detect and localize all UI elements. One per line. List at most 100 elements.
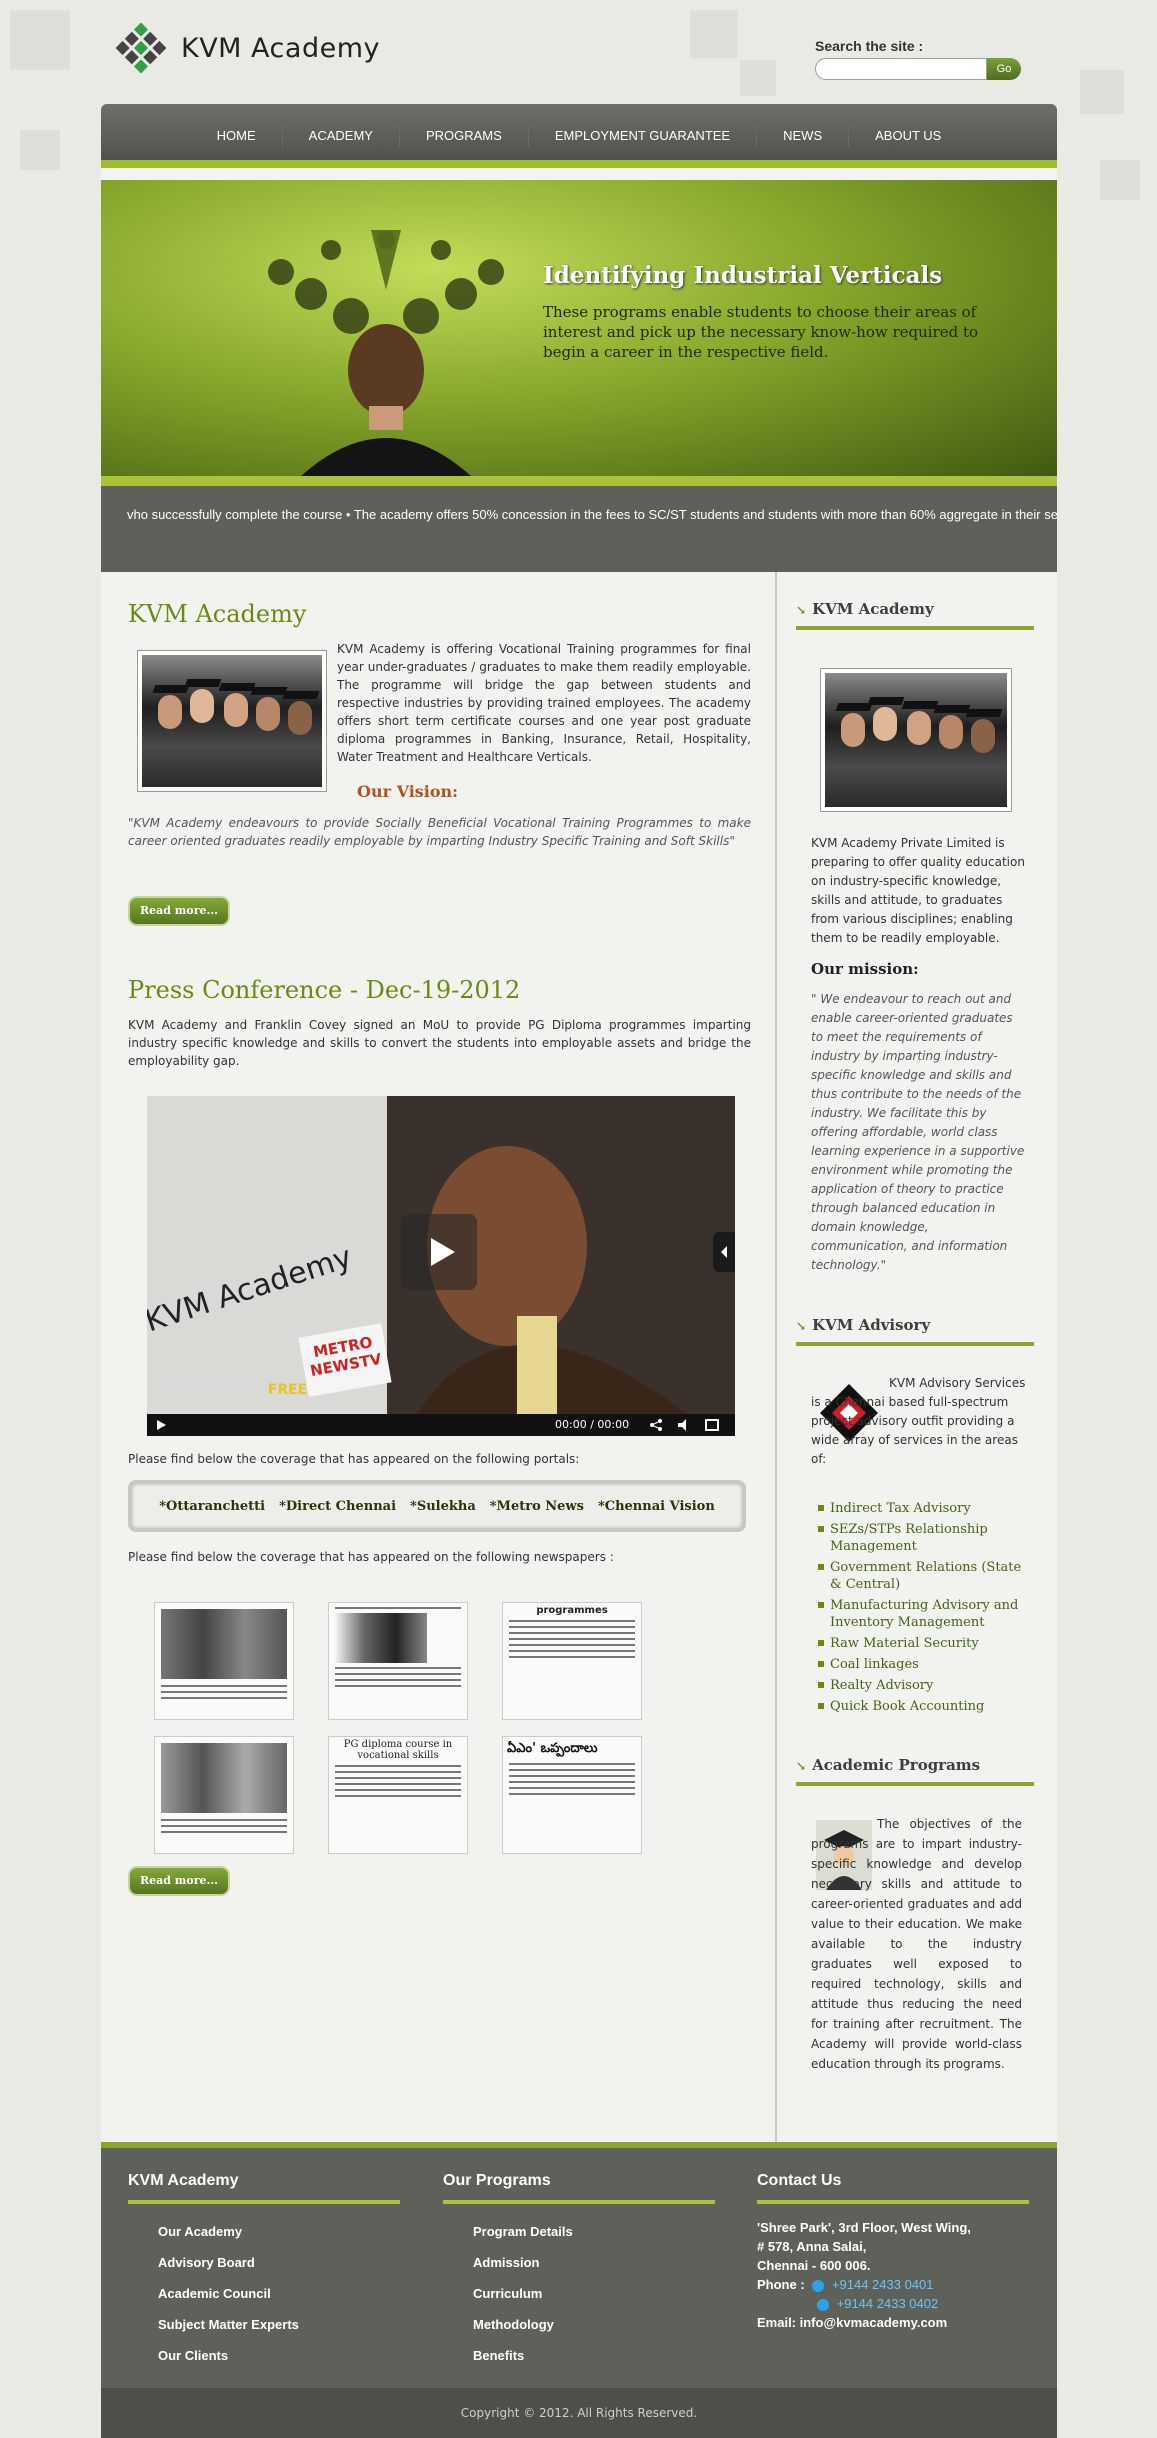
address-line: Chennai - 600 006. bbox=[757, 2258, 871, 2273]
mission-title: Our mission: bbox=[811, 960, 919, 978]
address-line: # 578, Anna Salai, bbox=[757, 2239, 867, 2254]
footer-link[interactable]: Program Details bbox=[473, 2216, 715, 2247]
background-square bbox=[1100, 160, 1140, 200]
phone-number[interactable]: +9144 2433 0401 bbox=[832, 2277, 934, 2292]
banner-text: These programs enable students to choose… bbox=[543, 303, 979, 361]
press-text: KVM Academy and Franklin Covey signed an… bbox=[128, 1018, 751, 1068]
main-nav: HOME ACADEMY PROGRAMS EMPLOYMENT GUARANT… bbox=[101, 104, 1057, 168]
clipping-headline: PG diploma course in vocational skills bbox=[343, 1739, 453, 1761]
newspapers-intro: Please find below the coverage that has … bbox=[128, 1550, 614, 1564]
skype-icon bbox=[817, 2298, 829, 2311]
footer-link[interactable]: Academic Council bbox=[158, 2278, 400, 2309]
nav-employment-guarantee[interactable]: EMPLOYMENT GUARANTEE bbox=[529, 125, 758, 147]
newspaper-clipping[interactable] bbox=[328, 1602, 468, 1720]
sidebar-academy-section: ↘ KVM Academy bbox=[796, 600, 1034, 630]
video-brand-tag: FREE bbox=[267, 1382, 308, 1398]
vision-text: "KVM Academy endeavours to provide Socia… bbox=[128, 816, 751, 848]
sidebar-advisory-heading: ↘ KVM Advisory bbox=[796, 1316, 1034, 1346]
copyright: Copyright © 2012. All Rights Reserved. bbox=[101, 2388, 1057, 2438]
hero-banner: Identifying Industrial Verticals These p… bbox=[101, 180, 1057, 476]
advisory-item[interactable]: SEZs/STPs Relationship Management bbox=[818, 1521, 1028, 1555]
contact-block: 'Shree Park', 3rd Floor, West Wing, # 57… bbox=[757, 2218, 1029, 2332]
portal-link[interactable]: *Ottaranchetti bbox=[159, 1499, 265, 1514]
about-title: KVM Academy bbox=[128, 600, 307, 628]
video-player[interactable]: KVM Academy METRO NEWSTV HD Webplayer FR… bbox=[147, 1096, 735, 1436]
arrow-icon: ↘ bbox=[796, 603, 807, 617]
fullscreen-icon[interactable] bbox=[705, 1418, 719, 1432]
sidebar-advisory-section: ↘ KVM Advisory bbox=[796, 1316, 1034, 1346]
press-title: Press Conference - Dec-19-2012 bbox=[128, 976, 521, 1004]
footer-top-stripe bbox=[101, 2142, 1057, 2148]
sidebar-advisory-title: KVM Advisory bbox=[812, 1316, 931, 1334]
press-read-more-button[interactable]: Read more... bbox=[128, 1866, 230, 1896]
portals-intro: Please find below the coverage that has … bbox=[128, 1452, 580, 1466]
newspaper-clipping[interactable] bbox=[154, 1602, 294, 1720]
sidebar-graduates-image bbox=[820, 668, 1012, 812]
portal-link[interactable]: *Sulekha bbox=[410, 1499, 476, 1514]
footer-link[interactable]: Subject Matter Experts bbox=[158, 2309, 400, 2340]
sidebar-programs-heading: ↘ Academic Programs bbox=[796, 1756, 1034, 1786]
vision-title: Our Vision: bbox=[357, 782, 459, 801]
background-square bbox=[690, 10, 738, 58]
search-go-button[interactable]: Go bbox=[987, 58, 1021, 80]
graduates-image bbox=[137, 650, 327, 792]
play-icon[interactable] bbox=[155, 1419, 167, 1431]
arrow-icon: ↘ bbox=[796, 1319, 807, 1333]
advisory-text: KVM Advisory Services is a Chennai based… bbox=[811, 1376, 1026, 1466]
footer-col-title: KVM Academy bbox=[128, 2172, 400, 2204]
newspaper-clipping[interactable]: ఏఎం' ఒప్పందాలు bbox=[502, 1736, 642, 1854]
footer-link[interactable]: Advisory Board bbox=[158, 2247, 400, 2278]
news-ticker: vho successfully complete the course • T… bbox=[101, 486, 1057, 572]
footer-link[interactable]: Curriculum bbox=[473, 2278, 715, 2309]
advisory-item[interactable]: Manufacturing Advisory and Inventory Man… bbox=[818, 1597, 1028, 1631]
about-read-more-button[interactable]: Read more... bbox=[128, 896, 230, 926]
nav-home[interactable]: HOME bbox=[191, 125, 283, 147]
footer-link[interactable]: Methodology bbox=[473, 2309, 715, 2340]
portal-link[interactable]: *Direct Chennai bbox=[279, 1499, 396, 1514]
portals-box: *Ottaranchetti *Direct Chennai *Sulekha … bbox=[128, 1480, 746, 1532]
video-brand-caption: HD Webplayer FREE bbox=[163, 1382, 307, 1398]
chevron-left-icon bbox=[721, 1246, 727, 1258]
volume-icon[interactable] bbox=[677, 1418, 691, 1432]
footer-col-programs: Our Programs Program Details Admission C… bbox=[443, 2172, 715, 2371]
skype-icon bbox=[812, 2279, 825, 2292]
video-time: 00:00 / 00:00 bbox=[555, 1418, 630, 1431]
background-square bbox=[10, 10, 70, 70]
advisory-item[interactable]: Quick Book Accounting bbox=[818, 1698, 1028, 1715]
advisory-item[interactable]: Coal linkages bbox=[818, 1656, 1028, 1673]
footer-link[interactable]: Our Clients bbox=[158, 2340, 400, 2371]
nav-about-us[interactable]: ABOUT US bbox=[849, 125, 967, 147]
side-panel-toggle[interactable] bbox=[713, 1232, 735, 1272]
footer-link[interactable]: Our Academy bbox=[158, 2216, 400, 2247]
newspaper-clipping[interactable]: programmes bbox=[502, 1602, 642, 1720]
advisory-item[interactable]: Government Relations (State & Central) bbox=[818, 1559, 1028, 1593]
footer-col-contact: Contact Us 'Shree Park', 3rd Floor, West… bbox=[757, 2172, 1029, 2332]
sidebar-academy-text: KVM Academy Private Limited is preparing… bbox=[811, 836, 1025, 945]
advisory-item[interactable]: Realty Advisory bbox=[818, 1677, 1028, 1694]
email[interactable]: Email: info@kvmacademy.com bbox=[757, 2313, 1029, 2332]
footer-link[interactable]: Benefits bbox=[473, 2340, 715, 2371]
advisory-item[interactable]: Raw Material Security bbox=[818, 1635, 1028, 1652]
banner-figure-image bbox=[268, 230, 504, 476]
background-square bbox=[20, 130, 60, 170]
logo[interactable]: KVM Academy bbox=[115, 22, 380, 74]
advisory-item[interactable]: Indirect Tax Advisory bbox=[818, 1500, 1028, 1517]
logo-text: KVM Academy bbox=[181, 32, 380, 64]
share-icon[interactable] bbox=[649, 1418, 663, 1432]
footer-link[interactable]: Admission bbox=[473, 2247, 715, 2278]
nav-programs[interactable]: PROGRAMS bbox=[400, 125, 529, 147]
nav-news[interactable]: NEWS bbox=[757, 125, 850, 147]
arrow-icon: ↘ bbox=[796, 1759, 807, 1773]
newspaper-clipping[interactable] bbox=[154, 1736, 294, 1854]
nav-academy[interactable]: ACADEMY bbox=[283, 125, 400, 147]
portal-link[interactable]: *Metro News bbox=[490, 1499, 584, 1514]
phone-number[interactable]: +9144 2433 0402 bbox=[837, 2296, 939, 2311]
banner-title: Identifying Industrial Verticals bbox=[543, 262, 943, 289]
banner-stripe bbox=[101, 476, 1057, 486]
sidebar-divider bbox=[775, 572, 777, 2142]
play-overlay-button[interactable] bbox=[401, 1214, 477, 1290]
search-input[interactable] bbox=[815, 58, 987, 80]
portal-link[interactable]: *Chennai Vision bbox=[598, 1499, 715, 1514]
newspaper-clipping[interactable]: PG diploma course in vocational skills bbox=[328, 1736, 468, 1854]
background-square bbox=[740, 60, 776, 96]
